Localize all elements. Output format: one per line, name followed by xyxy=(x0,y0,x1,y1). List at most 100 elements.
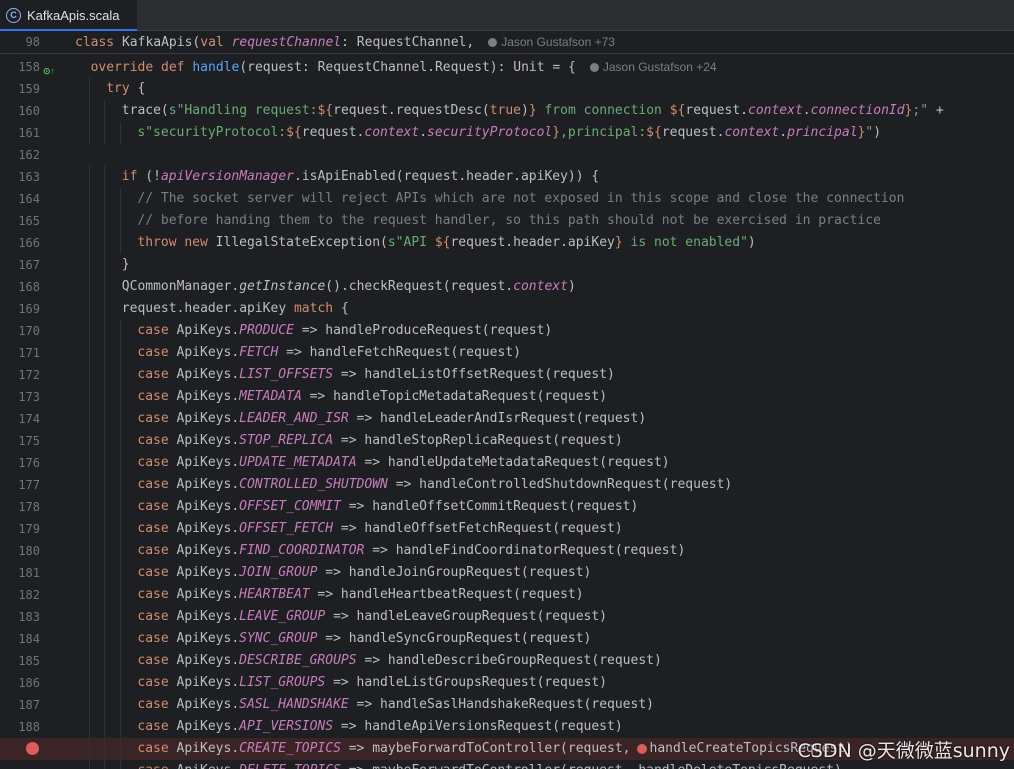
line-number[interactable]: 184 xyxy=(0,628,40,650)
indent-guide xyxy=(104,100,106,122)
code-line[interactable]: 170 case ApiKeys.PRODUCE => handleProduce… xyxy=(0,320,1014,342)
code-line[interactable]: 159 try { xyxy=(0,78,1014,100)
indent-guide xyxy=(119,628,121,650)
line-number[interactable]: 174 xyxy=(0,408,40,430)
code-line[interactable]: 177 case ApiKeys.CONTROLLED_SHUTDOWN => h… xyxy=(0,474,1014,496)
code-line[interactable]: 166 throw new IllegalStateException(s"API… xyxy=(0,232,1014,254)
code-line[interactable]: 172 case ApiKeys.LIST_OFFSETS => handleLi… xyxy=(0,364,1014,386)
sticky-scroll-header[interactable]: 98 class KafkaApis(val requestChannel: R… xyxy=(0,31,1014,54)
line-number[interactable]: 161 xyxy=(0,122,40,144)
line-number[interactable]: 158 xyxy=(0,56,40,78)
code-line[interactable]: 186 case ApiKeys.LIST_GROUPS => handleLis… xyxy=(0,672,1014,694)
indent-guide xyxy=(104,166,106,188)
author-annotation[interactable]: Jason Gustafson +24 xyxy=(589,60,717,74)
code-line[interactable]: 171 case ApiKeys.FETCH => handleFetchRequ… xyxy=(0,342,1014,364)
code-line[interactable]: 161 s"securityProtocol:${request.context.… xyxy=(0,122,1014,144)
line-number[interactable]: 168 xyxy=(0,276,40,298)
line-number[interactable]: 179 xyxy=(0,518,40,540)
indent-guide xyxy=(104,518,106,540)
code-line[interactable]: 163 if (!apiVersionManager.isApiEnabled(r… xyxy=(0,166,1014,188)
line-number[interactable]: 187 xyxy=(0,694,40,716)
code-text: case ApiKeys.HEARTBEAT => handleHeartbea… xyxy=(137,587,584,602)
line-number[interactable]: 182 xyxy=(0,584,40,606)
indent-guide xyxy=(88,562,90,584)
author-label: Jason Gustafson +73 xyxy=(501,35,615,49)
line-number[interactable]: 183 xyxy=(0,606,40,628)
code-text: case ApiKeys.LIST_OFFSETS => handleListO… xyxy=(137,367,615,382)
line-number[interactable]: 188 xyxy=(0,716,40,738)
code-line[interactable]: 176 case ApiKeys.UPDATE_METADATA => handl… xyxy=(0,452,1014,474)
line-number[interactable]: 186 xyxy=(0,672,40,694)
indent-guide xyxy=(104,628,106,650)
code-line[interactable]: 174 case ApiKeys.LEADER_AND_ISR => handle… xyxy=(0,408,1014,430)
code-line[interactable]: 158 ⊙↑ override def handle(request: Reques… xyxy=(0,56,1014,78)
indent-guide xyxy=(119,474,121,496)
code-line[interactable]: 178 case ApiKeys.OFFSET_COMMIT => handleO… xyxy=(0,496,1014,518)
indent-guide xyxy=(104,408,106,430)
line-number[interactable]: 178 xyxy=(0,496,40,518)
code-line[interactable]: 168 QCommonManager.getInstance().checkReq… xyxy=(0,276,1014,298)
indent-guide xyxy=(88,738,90,760)
code-text: case ApiKeys.UPDATE_METADATA => handleUp… xyxy=(137,455,670,470)
code-line[interactable]: 162 xyxy=(0,144,1014,166)
line-number[interactable]: 162 xyxy=(0,144,40,166)
code-line[interactable]: 160 trace(s"Handling request:${request.re… xyxy=(0,100,1014,122)
code-line[interactable]: 184 case ApiKeys.SYNC_GROUP => handleSync… xyxy=(0,628,1014,650)
tab-kafkaapis-scala[interactable]: C KafkaApis.scala xyxy=(0,0,137,31)
line-number[interactable]: 165 xyxy=(0,210,40,232)
indent-guide xyxy=(88,584,90,606)
indent-guide xyxy=(119,694,121,716)
line-number[interactable]: 173 xyxy=(0,386,40,408)
indent-guide xyxy=(104,606,106,628)
line-number[interactable]: 166 xyxy=(0,232,40,254)
line-number[interactable]: 171 xyxy=(0,342,40,364)
line-number[interactable]: 176 xyxy=(0,452,40,474)
code-line[interactable]: 173 case ApiKeys.METADATA => handleTopicM… xyxy=(0,386,1014,408)
indent-guide xyxy=(119,210,121,232)
indent-guide xyxy=(88,694,90,716)
indent-guide xyxy=(104,276,106,298)
author-annotation[interactable]: Jason Gustafson +73 xyxy=(488,35,615,49)
code-line[interactable]: 180 case ApiKeys.FIND_COORDINATOR => hand… xyxy=(0,540,1014,562)
line-number[interactable]: 169 xyxy=(0,298,40,320)
indent-guide xyxy=(119,738,121,760)
code-text: case ApiKeys.METADATA => handleTopicMeta… xyxy=(137,389,608,404)
code-line[interactable]: 165 // before handing them to the request… xyxy=(0,210,1014,232)
indent-guide xyxy=(104,122,106,144)
line-number[interactable]: 181 xyxy=(0,562,40,584)
code-line[interactable]: 175 case ApiKeys.STOP_REPLICA => handleSt… xyxy=(0,430,1014,452)
indent-guide xyxy=(88,386,90,408)
line-number[interactable]: 172 xyxy=(0,364,40,386)
code-text: trace(s"Handling request:${request.reque… xyxy=(121,103,944,118)
code-line[interactable]: 164 // The socket server will reject APIs… xyxy=(0,188,1014,210)
line-number[interactable]: 185 xyxy=(0,650,40,672)
code-line[interactable]: 181 case ApiKeys.JOIN_GROUP => handleJoin… xyxy=(0,562,1014,584)
code-line[interactable]: 188 case ApiKeys.API_VERSIONS => handleAp… xyxy=(0,716,1014,738)
line-number[interactable]: 180 xyxy=(0,540,40,562)
line-number[interactable]: 170 xyxy=(0,320,40,342)
code-line[interactable]: 185 case ApiKeys.DESCRIBE_GROUPS => handl… xyxy=(0,650,1014,672)
indent-guide xyxy=(88,452,90,474)
line-number[interactable]: 159 xyxy=(0,78,40,100)
code-line[interactable]: 169 request.header.apiKey match { xyxy=(0,298,1014,320)
code-line[interactable]: 183 case ApiKeys.LEAVE_GROUP => handleLea… xyxy=(0,606,1014,628)
line-number[interactable]: 167 xyxy=(0,254,40,276)
line-number[interactable]: 177 xyxy=(0,474,40,496)
code-line[interactable]: 179 case ApiKeys.OFFSET_FETCH => handleOf… xyxy=(0,518,1014,540)
indent-guide xyxy=(119,760,121,769)
code-text: request.header.apiKey match { xyxy=(121,301,349,316)
code-text: case ApiKeys.CONTROLLED_SHUTDOWN => hand… xyxy=(137,477,733,492)
line-number[interactable]: 164 xyxy=(0,188,40,210)
indent-guide xyxy=(104,672,106,694)
code-editor[interactable]: 158 ⊙↑ override def handle(request: Reques… xyxy=(0,56,1014,769)
line-number[interactable]: 160 xyxy=(0,100,40,122)
indent-guide xyxy=(119,452,121,474)
code-line[interactable]: 187 case ApiKeys.SASL_HANDSHAKE => handle… xyxy=(0,694,1014,716)
breakpoint-icon[interactable] xyxy=(26,742,39,755)
line-number[interactable]: 163 xyxy=(0,166,40,188)
code-line[interactable]: 182 case ApiKeys.HEARTBEAT => handleHeart… xyxy=(0,584,1014,606)
code-line[interactable]: 167} xyxy=(0,254,1014,276)
override-icon[interactable]: ⊙↑ xyxy=(43,60,57,76)
indent-guide xyxy=(104,232,106,254)
line-number[interactable]: 175 xyxy=(0,430,40,452)
